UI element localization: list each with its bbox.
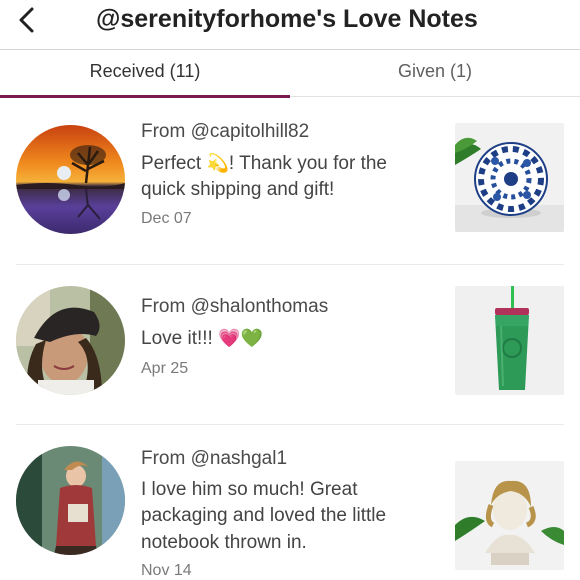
vintage-painting-image	[16, 446, 125, 555]
listing-thumbnail[interactable]	[455, 286, 564, 395]
sunset-tree-image	[16, 125, 125, 234]
note-message-text: I love him so much! Great packaging and …	[141, 479, 387, 553]
page-title: @serenityforhome's Love Notes	[96, 5, 478, 33]
header: @serenityforhome's Love Notes	[0, 0, 580, 48]
chevron-left-icon[interactable]	[14, 4, 42, 36]
note-message: Love it!!! 💗💚	[141, 325, 431, 352]
note-date: Apr 25	[141, 360, 189, 377]
listing-thumbnail[interactable]	[455, 123, 564, 232]
bust-sculpture-image	[455, 461, 564, 570]
tab-bar: Received (11) Given (1)	[0, 49, 580, 98]
note-message-text: Love it!!!	[141, 328, 219, 349]
dizzy-star-emoji-icon: 💫	[206, 153, 229, 173]
note-date: Nov 14	[141, 562, 192, 579]
note-message-text: Perfect	[141, 153, 207, 174]
love-note: From @capitolhill82 Perfect 💫! Thank you…	[0, 97, 580, 265]
love-note: From @shalonthomas Love it!!! 💗💚 Apr 25	[0, 265, 580, 425]
note-message: I love him so much! Great packaging and …	[141, 477, 431, 556]
decorative-ball-image	[455, 123, 564, 232]
tab-received[interactable]: Received (11)	[0, 50, 290, 97]
note-sender[interactable]: From @capitolhill82	[141, 121, 309, 143]
avatar[interactable]	[16, 286, 125, 395]
listing-thumbnail[interactable]	[455, 461, 564, 570]
avatar[interactable]	[16, 446, 125, 555]
avatar[interactable]	[16, 125, 125, 234]
note-message: Perfect 💫! Thank you for the quick shipp…	[141, 150, 431, 203]
person-in-hat-image	[16, 286, 125, 395]
hearts-emoji-icon: 💗💚	[218, 328, 263, 348]
tab-given[interactable]: Given (1)	[290, 50, 580, 97]
note-date: Dec 07	[141, 210, 192, 227]
note-sender[interactable]: From @shalonthomas	[141, 296, 328, 318]
tumbler-image	[455, 286, 564, 395]
note-sender[interactable]: From @nashgal1	[141, 448, 287, 470]
love-note: From @nashgal1 I love him so much! Great…	[0, 425, 580, 580]
